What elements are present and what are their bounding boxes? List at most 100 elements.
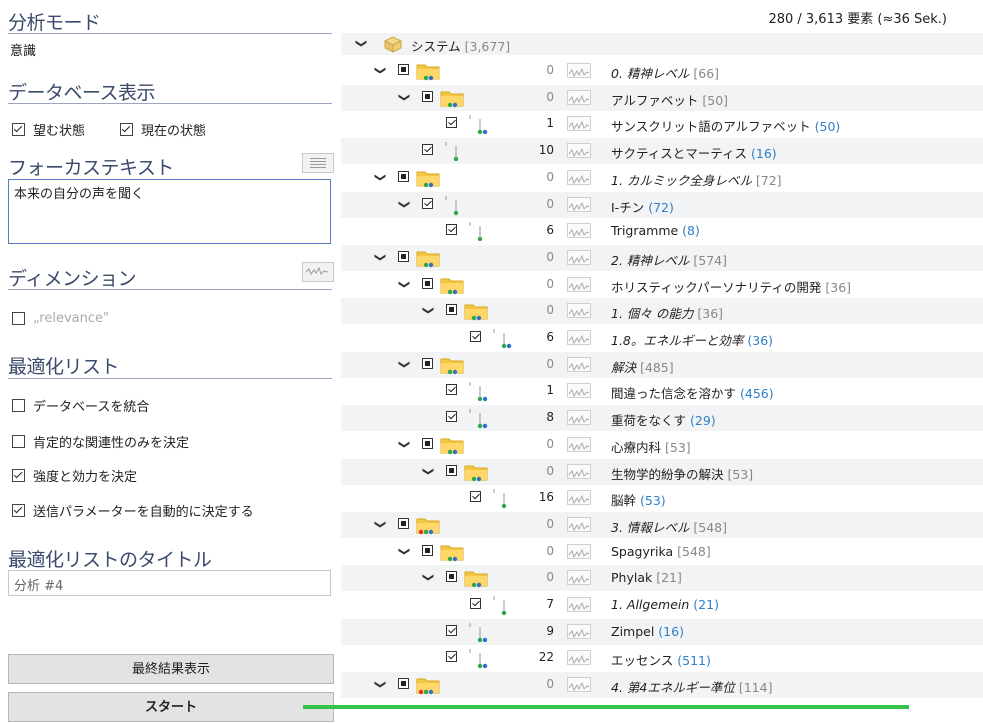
- waveform-icon[interactable]: [567, 597, 591, 612]
- tree-row[interactable]: 6 Trigramme (8): [341, 218, 983, 244]
- chevron-down-icon[interactable]: ❯: [398, 279, 411, 288]
- checkbox-checked[interactable]: [422, 197, 433, 209]
- positive-only-checkbox[interactable]: 肯定的な関連性のみを決定: [12, 432, 189, 451]
- waveform-icon[interactable]: [567, 543, 591, 559]
- partial-checkbox[interactable]: [446, 304, 457, 316]
- tree-row[interactable]: ❯ 0 1. 個々 の能力 [36]: [341, 298, 983, 325]
- tree-row[interactable]: 1 サンスクリット語のアルファベット (50): [341, 111, 983, 137]
- tree-row[interactable]: 8 重荷をなくす (29): [341, 405, 983, 432]
- chevron-down-icon[interactable]: ❯: [422, 466, 435, 475]
- chevron-down-icon[interactable]: ❯: [398, 546, 411, 555]
- waveform-icon[interactable]: [567, 356, 591, 372]
- partial-checkbox[interactable]: [422, 277, 433, 289]
- focus-text-area[interactable]: 本来の自分の声を聞く: [8, 179, 331, 244]
- waveform-icon[interactable]: [567, 490, 591, 506]
- auto-params-checkbox[interactable]: 送信パラメーターを自動的に決定する: [12, 501, 254, 520]
- tree-row[interactable]: 16 脳幹 (53): [341, 485, 983, 511]
- checkbox-checked[interactable]: [470, 331, 481, 342]
- chevron-down-icon[interactable]: ❯: [398, 360, 411, 369]
- checkbox-checked[interactable]: [446, 651, 457, 663]
- checkbox-checked[interactable]: [422, 144, 433, 156]
- chevron-down-icon[interactable]: ❯: [355, 39, 368, 48]
- checkbox-empty-icon[interactable]: [12, 399, 25, 412]
- checkbox-checked[interactable]: [470, 491, 481, 503]
- partial-checkbox[interactable]: [398, 170, 409, 182]
- partial-checkbox[interactable]: [422, 90, 433, 102]
- waveform-icon[interactable]: [567, 436, 591, 452]
- waveform-icon[interactable]: [567, 196, 591, 212]
- tree-row[interactable]: ❯ 0 I-チン (72): [341, 191, 983, 218]
- tree-row[interactable]: 7 1. Allgemein (21): [341, 592, 983, 618]
- chevron-down-icon[interactable]: ❯: [374, 66, 387, 75]
- chevron-down-icon[interactable]: ❯: [374, 253, 387, 262]
- chevron-down-icon[interactable]: ❯: [422, 573, 435, 582]
- tree-row[interactable]: ❯ 0 1. カルミック全身レベル [72]: [341, 165, 983, 191]
- tree-row[interactable]: ❯ 0 心療内科 [53]: [341, 432, 983, 458]
- waveform-icon[interactable]: [567, 303, 591, 319]
- waveform-icon[interactable]: [567, 570, 591, 586]
- desired-state-checkbox[interactable]: 望む状態: [12, 120, 85, 139]
- tree-row[interactable]: 6 1.8。エネルギーと効率 (36): [341, 325, 983, 351]
- waveform-icon[interactable]: [567, 516, 591, 532]
- partial-checkbox[interactable]: [398, 64, 409, 75]
- waveform-icon[interactable]: [567, 410, 591, 426]
- partial-checkbox[interactable]: [398, 517, 409, 529]
- opt-list-name-input[interactable]: 分析 #4: [8, 570, 331, 596]
- tree-row[interactable]: 1 間違った信念を溶かす (456): [341, 378, 983, 404]
- checkbox-checked[interactable]: [446, 224, 457, 236]
- waveform-icon[interactable]: [567, 249, 591, 265]
- partial-checkbox[interactable]: [422, 357, 433, 369]
- analysis-mode-value[interactable]: 意識: [10, 40, 36, 59]
- tree-row[interactable]: 10 サクティスとマーティス (16): [341, 138, 983, 165]
- chevron-down-icon[interactable]: ❯: [398, 440, 411, 449]
- tree-row[interactable]: ❯ 0 4. 第4エネルギー準位 [114]: [341, 672, 983, 699]
- chevron-down-icon[interactable]: ❯: [398, 93, 411, 102]
- merge-db-checkbox[interactable]: データベースを統合: [12, 396, 149, 415]
- tree-row[interactable]: ❯ 0 Phylak [21]: [341, 565, 983, 592]
- waveform-icon[interactable]: [567, 677, 591, 693]
- partial-checkbox[interactable]: [446, 464, 457, 476]
- tree-view[interactable]: ❯ システム [3,677] ❯ 0 0. 精神レベル [66] ❯ 0 アルファベット …: [341, 33, 983, 709]
- waveform-icon[interactable]: [567, 330, 591, 345]
- partial-checkbox[interactable]: [422, 437, 433, 449]
- waveform-icon[interactable]: [567, 116, 591, 132]
- tree-row[interactable]: ❯ 0 3. 情報レベル [548]: [341, 511, 983, 538]
- waveform-icon[interactable]: [567, 276, 591, 292]
- checkbox-empty-icon[interactable]: [12, 312, 25, 325]
- tree-row[interactable]: ❯ 0 Spagyrika [548]: [341, 539, 983, 565]
- waveform-icon[interactable]: [302, 262, 334, 282]
- relevance-checkbox[interactable]: „relevance": [12, 311, 109, 326]
- partial-checkbox[interactable]: [398, 250, 409, 262]
- tree-row[interactable]: ❯ 0 2. 精神レベル [574]: [341, 244, 983, 271]
- tree-row[interactable]: ❯ 0 生物学的紛争の解決 [53]: [341, 458, 983, 485]
- waveform-icon[interactable]: [567, 143, 591, 159]
- checkbox-checked[interactable]: [446, 624, 457, 636]
- partial-checkbox[interactable]: [446, 571, 457, 583]
- tree-row[interactable]: ❯ 0 ホリスティックパーソナリティの開発 [36]: [341, 272, 983, 298]
- tree-row[interactable]: 9 Zimpel (16): [341, 618, 983, 645]
- current-state-checkbox[interactable]: 現在の状態: [120, 120, 206, 139]
- partial-checkbox[interactable]: [422, 544, 433, 556]
- tree-row[interactable]: ❯ 0 解決 [485]: [341, 351, 983, 378]
- waveform-icon[interactable]: [567, 223, 591, 239]
- checkbox-checked-icon[interactable]: [12, 123, 25, 136]
- waveform-icon[interactable]: [567, 169, 591, 185]
- tree-row[interactable]: ❯ 0 アルファベット [50]: [341, 84, 983, 111]
- waveform-icon[interactable]: [567, 63, 591, 78]
- tree-root-row[interactable]: ❯ システム [3,677]: [341, 33, 983, 55]
- start-button[interactable]: スタート: [8, 692, 334, 722]
- chevron-down-icon[interactable]: ❯: [374, 173, 387, 182]
- checkbox-checked[interactable]: [446, 384, 457, 396]
- list-icon[interactable]: [302, 153, 334, 173]
- chevron-down-icon[interactable]: ❯: [374, 520, 387, 529]
- checkbox-checked-icon[interactable]: [12, 504, 25, 517]
- waveform-icon[interactable]: [567, 463, 591, 479]
- checkbox-checked[interactable]: [446, 117, 457, 129]
- partial-checkbox[interactable]: [398, 678, 409, 690]
- chevron-down-icon[interactable]: ❯: [422, 306, 435, 315]
- waveform-icon[interactable]: [567, 383, 591, 399]
- tree-row[interactable]: 22 エッセンス (511): [341, 645, 983, 671]
- checkbox-checked[interactable]: [470, 598, 481, 609]
- waveform-icon[interactable]: [567, 623, 591, 639]
- checkbox-empty-icon[interactable]: [12, 435, 25, 448]
